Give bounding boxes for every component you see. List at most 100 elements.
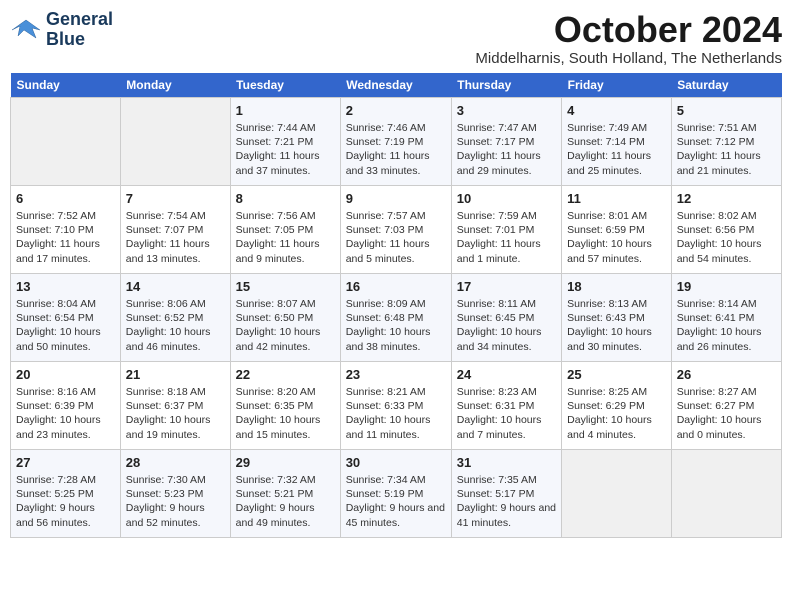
calendar-cell bbox=[11, 97, 121, 185]
logo-icon bbox=[10, 16, 42, 44]
day-content: Sunrise: 8:14 AM Sunset: 6:41 PM Dayligh… bbox=[677, 297, 776, 354]
day-number: 27 bbox=[16, 454, 115, 472]
day-content: Sunrise: 8:07 AM Sunset: 6:50 PM Dayligh… bbox=[236, 297, 335, 354]
calendar-cell: 19Sunrise: 8:14 AM Sunset: 6:41 PM Dayli… bbox=[671, 273, 781, 361]
calendar-cell bbox=[671, 449, 781, 537]
day-content: Sunrise: 7:59 AM Sunset: 7:01 PM Dayligh… bbox=[457, 209, 556, 266]
calendar-cell: 14Sunrise: 8:06 AM Sunset: 6:52 PM Dayli… bbox=[120, 273, 230, 361]
day-number: 26 bbox=[677, 366, 776, 384]
day-number: 14 bbox=[126, 278, 225, 296]
calendar-cell: 10Sunrise: 7:59 AM Sunset: 7:01 PM Dayli… bbox=[451, 185, 561, 273]
day-content: Sunrise: 7:28 AM Sunset: 5:25 PM Dayligh… bbox=[16, 473, 115, 530]
day-content: Sunrise: 7:35 AM Sunset: 5:17 PM Dayligh… bbox=[457, 473, 556, 530]
page-header: General Blue October 2024 Middelharnis, … bbox=[10, 10, 782, 67]
day-content: Sunrise: 8:13 AM Sunset: 6:43 PM Dayligh… bbox=[567, 297, 666, 354]
day-content: Sunrise: 7:52 AM Sunset: 7:10 PM Dayligh… bbox=[16, 209, 115, 266]
day-content: Sunrise: 8:06 AM Sunset: 6:52 PM Dayligh… bbox=[126, 297, 225, 354]
day-number: 6 bbox=[16, 190, 115, 208]
day-number: 18 bbox=[567, 278, 666, 296]
calendar-cell bbox=[562, 449, 672, 537]
day-content: Sunrise: 8:18 AM Sunset: 6:37 PM Dayligh… bbox=[126, 385, 225, 442]
day-number: 20 bbox=[16, 366, 115, 384]
calendar-cell: 22Sunrise: 8:20 AM Sunset: 6:35 PM Dayli… bbox=[230, 361, 340, 449]
day-number: 19 bbox=[677, 278, 776, 296]
day-number: 28 bbox=[126, 454, 225, 472]
day-number: 7 bbox=[126, 190, 225, 208]
day-number: 23 bbox=[346, 366, 446, 384]
weekday-header: Monday bbox=[120, 73, 230, 98]
calendar-week-row: 27Sunrise: 7:28 AM Sunset: 5:25 PM Dayli… bbox=[11, 449, 782, 537]
logo-text: General Blue bbox=[46, 10, 113, 50]
calendar-cell: 23Sunrise: 8:21 AM Sunset: 6:33 PM Dayli… bbox=[340, 361, 451, 449]
day-content: Sunrise: 8:04 AM Sunset: 6:54 PM Dayligh… bbox=[16, 297, 115, 354]
day-content: Sunrise: 7:44 AM Sunset: 7:21 PM Dayligh… bbox=[236, 121, 335, 178]
day-content: Sunrise: 7:46 AM Sunset: 7:19 PM Dayligh… bbox=[346, 121, 446, 178]
calendar-cell: 4Sunrise: 7:49 AM Sunset: 7:14 PM Daylig… bbox=[562, 97, 672, 185]
logo: General Blue bbox=[10, 10, 113, 50]
day-content: Sunrise: 7:30 AM Sunset: 5:23 PM Dayligh… bbox=[126, 473, 225, 530]
day-content: Sunrise: 8:25 AM Sunset: 6:29 PM Dayligh… bbox=[567, 385, 666, 442]
calendar-cell: 30Sunrise: 7:34 AM Sunset: 5:19 PM Dayli… bbox=[340, 449, 451, 537]
calendar-cell: 1Sunrise: 7:44 AM Sunset: 7:21 PM Daylig… bbox=[230, 97, 340, 185]
day-content: Sunrise: 7:56 AM Sunset: 7:05 PM Dayligh… bbox=[236, 209, 335, 266]
day-number: 21 bbox=[126, 366, 225, 384]
calendar-cell: 21Sunrise: 8:18 AM Sunset: 6:37 PM Dayli… bbox=[120, 361, 230, 449]
day-content: Sunrise: 7:49 AM Sunset: 7:14 PM Dayligh… bbox=[567, 121, 666, 178]
day-content: Sunrise: 8:02 AM Sunset: 6:56 PM Dayligh… bbox=[677, 209, 776, 266]
day-content: Sunrise: 7:47 AM Sunset: 7:17 PM Dayligh… bbox=[457, 121, 556, 178]
calendar-cell: 5Sunrise: 7:51 AM Sunset: 7:12 PM Daylig… bbox=[671, 97, 781, 185]
day-content: Sunrise: 8:11 AM Sunset: 6:45 PM Dayligh… bbox=[457, 297, 556, 354]
month-title: October 2024 bbox=[475, 10, 782, 50]
calendar-cell: 27Sunrise: 7:28 AM Sunset: 5:25 PM Dayli… bbox=[11, 449, 121, 537]
weekday-header-row: SundayMondayTuesdayWednesdayThursdayFrid… bbox=[11, 73, 782, 98]
day-number: 16 bbox=[346, 278, 446, 296]
weekday-header: Friday bbox=[562, 73, 672, 98]
day-content: Sunrise: 7:54 AM Sunset: 7:07 PM Dayligh… bbox=[126, 209, 225, 266]
day-number: 30 bbox=[346, 454, 446, 472]
day-number: 3 bbox=[457, 102, 556, 120]
calendar-cell: 16Sunrise: 8:09 AM Sunset: 6:48 PM Dayli… bbox=[340, 273, 451, 361]
day-number: 31 bbox=[457, 454, 556, 472]
calendar-week-row: 1Sunrise: 7:44 AM Sunset: 7:21 PM Daylig… bbox=[11, 97, 782, 185]
day-number: 11 bbox=[567, 190, 666, 208]
calendar-cell: 15Sunrise: 8:07 AM Sunset: 6:50 PM Dayli… bbox=[230, 273, 340, 361]
calendar-cell: 25Sunrise: 8:25 AM Sunset: 6:29 PM Dayli… bbox=[562, 361, 672, 449]
day-content: Sunrise: 7:51 AM Sunset: 7:12 PM Dayligh… bbox=[677, 121, 776, 178]
calendar-cell: 3Sunrise: 7:47 AM Sunset: 7:17 PM Daylig… bbox=[451, 97, 561, 185]
weekday-header: Saturday bbox=[671, 73, 781, 98]
calendar-cell: 2Sunrise: 7:46 AM Sunset: 7:19 PM Daylig… bbox=[340, 97, 451, 185]
calendar-cell: 13Sunrise: 8:04 AM Sunset: 6:54 PM Dayli… bbox=[11, 273, 121, 361]
day-number: 25 bbox=[567, 366, 666, 384]
day-number: 10 bbox=[457, 190, 556, 208]
day-number: 9 bbox=[346, 190, 446, 208]
calendar-cell: 7Sunrise: 7:54 AM Sunset: 7:07 PM Daylig… bbox=[120, 185, 230, 273]
day-content: Sunrise: 7:34 AM Sunset: 5:19 PM Dayligh… bbox=[346, 473, 446, 530]
weekday-header: Thursday bbox=[451, 73, 561, 98]
day-number: 24 bbox=[457, 366, 556, 384]
day-number: 13 bbox=[16, 278, 115, 296]
calendar-cell: 6Sunrise: 7:52 AM Sunset: 7:10 PM Daylig… bbox=[11, 185, 121, 273]
calendar-cell: 8Sunrise: 7:56 AM Sunset: 7:05 PM Daylig… bbox=[230, 185, 340, 273]
day-number: 2 bbox=[346, 102, 446, 120]
location-subtitle: Middelharnis, South Holland, The Netherl… bbox=[475, 50, 782, 67]
day-content: Sunrise: 8:09 AM Sunset: 6:48 PM Dayligh… bbox=[346, 297, 446, 354]
weekday-header: Wednesday bbox=[340, 73, 451, 98]
calendar-cell: 28Sunrise: 7:30 AM Sunset: 5:23 PM Dayli… bbox=[120, 449, 230, 537]
title-block: October 2024 Middelharnis, South Holland… bbox=[475, 10, 782, 67]
calendar-cell: 20Sunrise: 8:16 AM Sunset: 6:39 PM Dayli… bbox=[11, 361, 121, 449]
calendar-cell: 18Sunrise: 8:13 AM Sunset: 6:43 PM Dayli… bbox=[562, 273, 672, 361]
day-number: 17 bbox=[457, 278, 556, 296]
calendar-cell: 29Sunrise: 7:32 AM Sunset: 5:21 PM Dayli… bbox=[230, 449, 340, 537]
day-number: 22 bbox=[236, 366, 335, 384]
day-number: 4 bbox=[567, 102, 666, 120]
calendar-cell: 24Sunrise: 8:23 AM Sunset: 6:31 PM Dayli… bbox=[451, 361, 561, 449]
calendar-cell bbox=[120, 97, 230, 185]
day-content: Sunrise: 8:01 AM Sunset: 6:59 PM Dayligh… bbox=[567, 209, 666, 266]
calendar-week-row: 6Sunrise: 7:52 AM Sunset: 7:10 PM Daylig… bbox=[11, 185, 782, 273]
calendar-cell: 17Sunrise: 8:11 AM Sunset: 6:45 PM Dayli… bbox=[451, 273, 561, 361]
calendar-cell: 11Sunrise: 8:01 AM Sunset: 6:59 PM Dayli… bbox=[562, 185, 672, 273]
day-number: 29 bbox=[236, 454, 335, 472]
day-number: 8 bbox=[236, 190, 335, 208]
day-content: Sunrise: 8:27 AM Sunset: 6:27 PM Dayligh… bbox=[677, 385, 776, 442]
day-number: 15 bbox=[236, 278, 335, 296]
